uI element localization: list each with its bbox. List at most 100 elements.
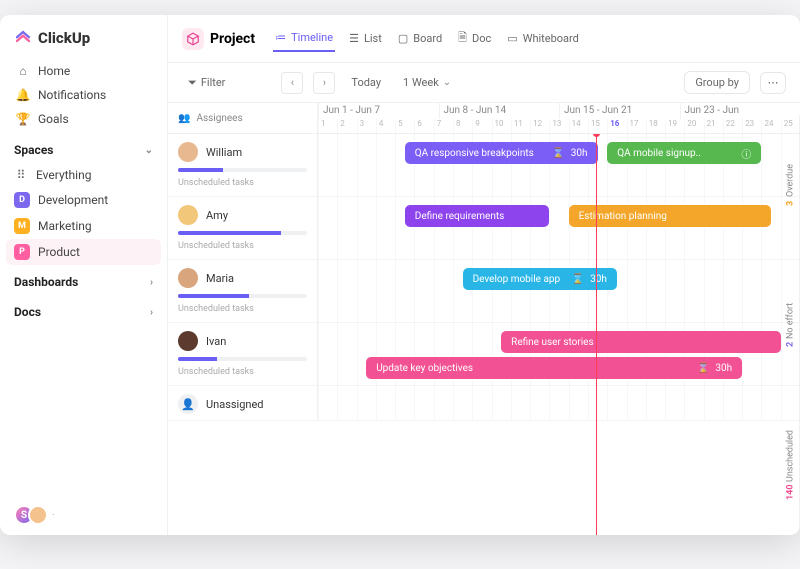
assignee-amy[interactable]: Amy	[178, 205, 307, 225]
task-update-objectives[interactable]: Update key objectives⌛30h	[366, 357, 742, 379]
progress-william	[178, 168, 307, 172]
space-product[interactable]: PProduct	[6, 239, 161, 265]
day-6: 6	[414, 119, 433, 133]
day-14: 14	[569, 119, 588, 133]
nav-home[interactable]: ⌂Home	[8, 59, 159, 83]
cube-icon	[182, 28, 204, 50]
logo[interactable]: ClickUp	[0, 15, 167, 57]
unscheduled-maria[interactable]: Unscheduled tasks	[178, 304, 307, 314]
day-21: 21	[704, 119, 723, 133]
day-19: 19	[665, 119, 684, 133]
progress-ivan	[178, 357, 307, 361]
day-12: 12	[530, 119, 549, 133]
day-18: 18	[646, 119, 665, 133]
section-docs[interactable]: Docs›	[0, 295, 167, 325]
day-5: 5	[395, 119, 414, 133]
hourglass-icon: ⌛	[552, 148, 564, 159]
day-16: 16	[607, 119, 626, 133]
assignees-header[interactable]: 👥Assignees	[168, 103, 318, 133]
day-22: 22	[723, 119, 742, 133]
assignee-maria[interactable]: Maria	[178, 268, 307, 288]
task-estimation[interactable]: Estimation planning	[569, 205, 771, 227]
trophy-icon: 🏆	[16, 112, 30, 126]
nav-goals[interactable]: 🏆Goals	[8, 107, 159, 131]
nav-notifications[interactable]: 🔔Notifications	[8, 83, 159, 107]
more-button[interactable]: ⋯	[760, 72, 786, 94]
week-3: Jun 15 - Jun 21	[559, 103, 680, 119]
row-amy: Amy Unscheduled tasks Define requirement…	[168, 197, 800, 260]
row-ivan: Ivan Unscheduled tasks Refine user stori…	[168, 323, 800, 386]
today-button[interactable]: Today	[345, 73, 387, 92]
section-dashboards[interactable]: Dashboards›	[0, 265, 167, 295]
day-7: 7	[434, 119, 453, 133]
section-spaces[interactable]: Spaces⌄	[0, 133, 167, 163]
tab-list[interactable]: ☰List	[347, 25, 384, 52]
tab-doc[interactable]: 🗎Doc	[456, 25, 493, 52]
assignee-william[interactable]: William	[178, 142, 307, 162]
row-maria: Maria Unscheduled tasks Develop mobile a…	[168, 260, 800, 323]
day-8: 8	[453, 119, 472, 133]
badge-unscheduled[interactable]: 140Unscheduled	[782, 395, 800, 535]
unscheduled-amy[interactable]: Unscheduled tasks	[178, 241, 307, 251]
week-1: Jun 1 - Jun 7	[318, 103, 439, 119]
day-23: 23	[742, 119, 761, 133]
tab-timeline[interactable]: ≔Timeline	[273, 25, 335, 52]
task-qa-breakpoints[interactable]: QA responsive breakpoints⌛30h	[405, 142, 598, 164]
day-20: 20	[684, 119, 703, 133]
row-william: William Unscheduled tasks QA responsive …	[168, 134, 800, 197]
groupby-button[interactable]: Group by	[684, 71, 750, 94]
unscheduled-william[interactable]: Unscheduled tasks	[178, 178, 307, 188]
day-9: 9	[472, 119, 491, 133]
timeline-header: 👥Assignees Jun 1 - Jun 7 Jun 8 - Jun 14 …	[168, 103, 800, 134]
next-button[interactable]: ›	[313, 72, 335, 94]
info-icon: ⓘ	[741, 146, 751, 161]
task-qa-mobile[interactable]: QA mobile signup..ⓘ	[607, 142, 761, 164]
space-badge-m: M	[14, 218, 30, 234]
assignee-unassigned[interactable]: 👤Unassigned	[178, 394, 307, 414]
day-15: 15	[588, 119, 607, 133]
right-badges: 3Overdue 2No effort 140Unscheduled	[782, 115, 800, 535]
people-icon: 👥	[178, 113, 190, 124]
home-icon: ⌂	[16, 64, 30, 78]
range-dropdown[interactable]: 1 Week⌄	[397, 73, 457, 92]
bell-icon: 🔔	[16, 88, 30, 102]
badge-overdue[interactable]: 3Overdue	[782, 115, 800, 255]
today-line	[596, 134, 597, 535]
doc-icon: 🗎	[458, 29, 467, 48]
day-row: 1234567891011121314151617181920212223242…	[318, 119, 800, 133]
space-everything[interactable]: ⠿Everything	[0, 163, 167, 187]
chevron-right-icon: ›	[150, 277, 153, 288]
day-24: 24	[761, 119, 780, 133]
day-17: 17	[627, 119, 646, 133]
tab-board[interactable]: ▢Board	[396, 25, 444, 52]
day-10: 10	[492, 119, 511, 133]
list-icon: ☰	[349, 32, 359, 45]
unscheduled-ivan[interactable]: Unscheduled tasks	[178, 367, 307, 377]
space-marketing[interactable]: MMarketing	[0, 213, 167, 239]
day-13: 13	[549, 119, 568, 133]
row-unassigned: 👤Unassigned	[168, 386, 800, 421]
hourglass-icon: ⌛	[697, 363, 709, 374]
badge-noeffort[interactable]: 2No effort	[782, 255, 800, 395]
task-refine-stories[interactable]: Refine user stories	[501, 331, 781, 353]
space-development[interactable]: DDevelopment	[0, 187, 167, 213]
grid-icon: ⠿	[14, 168, 28, 182]
logo-icon	[14, 29, 32, 47]
project-chip[interactable]: Project	[182, 28, 255, 50]
more-users[interactable]: ·	[52, 510, 55, 521]
topbar: Project ≔Timeline ☰List ▢Board 🗎Doc ▭Whi…	[168, 15, 800, 63]
task-define-requirements[interactable]: Define requirements	[405, 205, 550, 227]
task-develop-mobile[interactable]: Develop mobile app⌛30h	[463, 268, 617, 290]
chevron-down-icon: ⌄	[145, 145, 153, 156]
week-2: Jun 8 - Jun 14	[439, 103, 560, 119]
tab-whiteboard[interactable]: ▭Whiteboard	[505, 25, 581, 52]
user-avatar-2[interactable]	[28, 505, 48, 525]
board-icon: ▢	[398, 32, 408, 45]
chevron-down-icon: ⌄	[443, 77, 451, 88]
filter-button[interactable]: ⏷Filter	[182, 73, 231, 93]
prev-button[interactable]: ‹	[281, 72, 303, 94]
assignee-ivan[interactable]: Ivan	[178, 331, 307, 351]
hourglass-icon: ⌛	[572, 274, 584, 285]
timeline-icon: ≔	[275, 31, 286, 44]
day-4: 4	[376, 119, 395, 133]
